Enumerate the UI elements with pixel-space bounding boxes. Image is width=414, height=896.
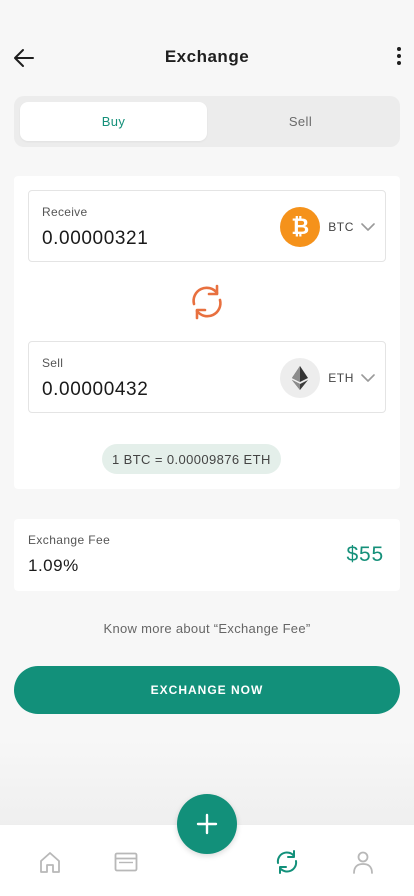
chevron-down-icon <box>361 374 375 382</box>
tab-sell[interactable]: Sell <box>207 102 394 141</box>
swap-button[interactable] <box>186 281 228 323</box>
sell-field[interactable]: Sell 0.00000432 ETH <box>28 341 386 413</box>
receive-coin-symbol: BTC <box>328 220 354 234</box>
exchange-refresh-icon <box>276 850 298 874</box>
exchange-now-button[interactable]: EXCHANGE NOW <box>14 666 400 714</box>
add-button[interactable] <box>177 794 237 854</box>
receive-amount[interactable]: 0.00000321 <box>42 228 148 250</box>
sell-amount[interactable]: 0.00000432 <box>42 379 148 401</box>
exchange-fee-label: Exchange Fee <box>28 533 111 547</box>
nav-exchange[interactable] <box>274 849 300 875</box>
wallet-card-icon <box>114 852 138 872</box>
swap-refresh-icon <box>192 284 222 320</box>
plus-icon <box>196 813 218 835</box>
ethereum-icon <box>280 358 321 398</box>
receive-label: Receive <box>42 205 88 219</box>
receive-field[interactable]: Receive 0.00000321 ₿ BTC <box>28 190 386 262</box>
sell-coin-selector[interactable]: ETH <box>280 357 375 399</box>
exchange-fee-info-link[interactable]: Know more about “Exchange Fee” <box>0 621 414 636</box>
buy-sell-toggle: Buy Sell <box>14 96 400 147</box>
receive-coin-selector[interactable]: ₿ BTC <box>280 206 375 248</box>
nav-wallet[interactable] <box>113 849 139 875</box>
exchange-card: Receive 0.00000321 ₿ BTC Sell 0.00000432 <box>14 176 400 489</box>
sell-coin-symbol: ETH <box>328 371 354 385</box>
exchange-rate-badge: 1 BTC = 0.00009876 ETH <box>102 444 281 474</box>
more-vertical-icon <box>392 47 406 65</box>
chevron-down-icon <box>361 223 375 231</box>
nav-home[interactable] <box>37 849 63 875</box>
exchange-fee-card: Exchange Fee 1.09% $55 <box>14 519 400 591</box>
page-title: Exchange <box>164 47 250 66</box>
profile-icon <box>353 851 373 874</box>
exchange-fee-amount: $55 <box>346 543 384 566</box>
tab-buy[interactable]: Buy <box>20 102 207 141</box>
nav-profile[interactable] <box>350 849 376 875</box>
more-options-button[interactable] <box>392 44 406 70</box>
home-icon <box>40 852 60 873</box>
bitcoin-icon: ₿ <box>280 207 321 247</box>
exchange-fee-rate: 1.09% <box>28 556 79 575</box>
sell-label: Sell <box>42 356 64 370</box>
